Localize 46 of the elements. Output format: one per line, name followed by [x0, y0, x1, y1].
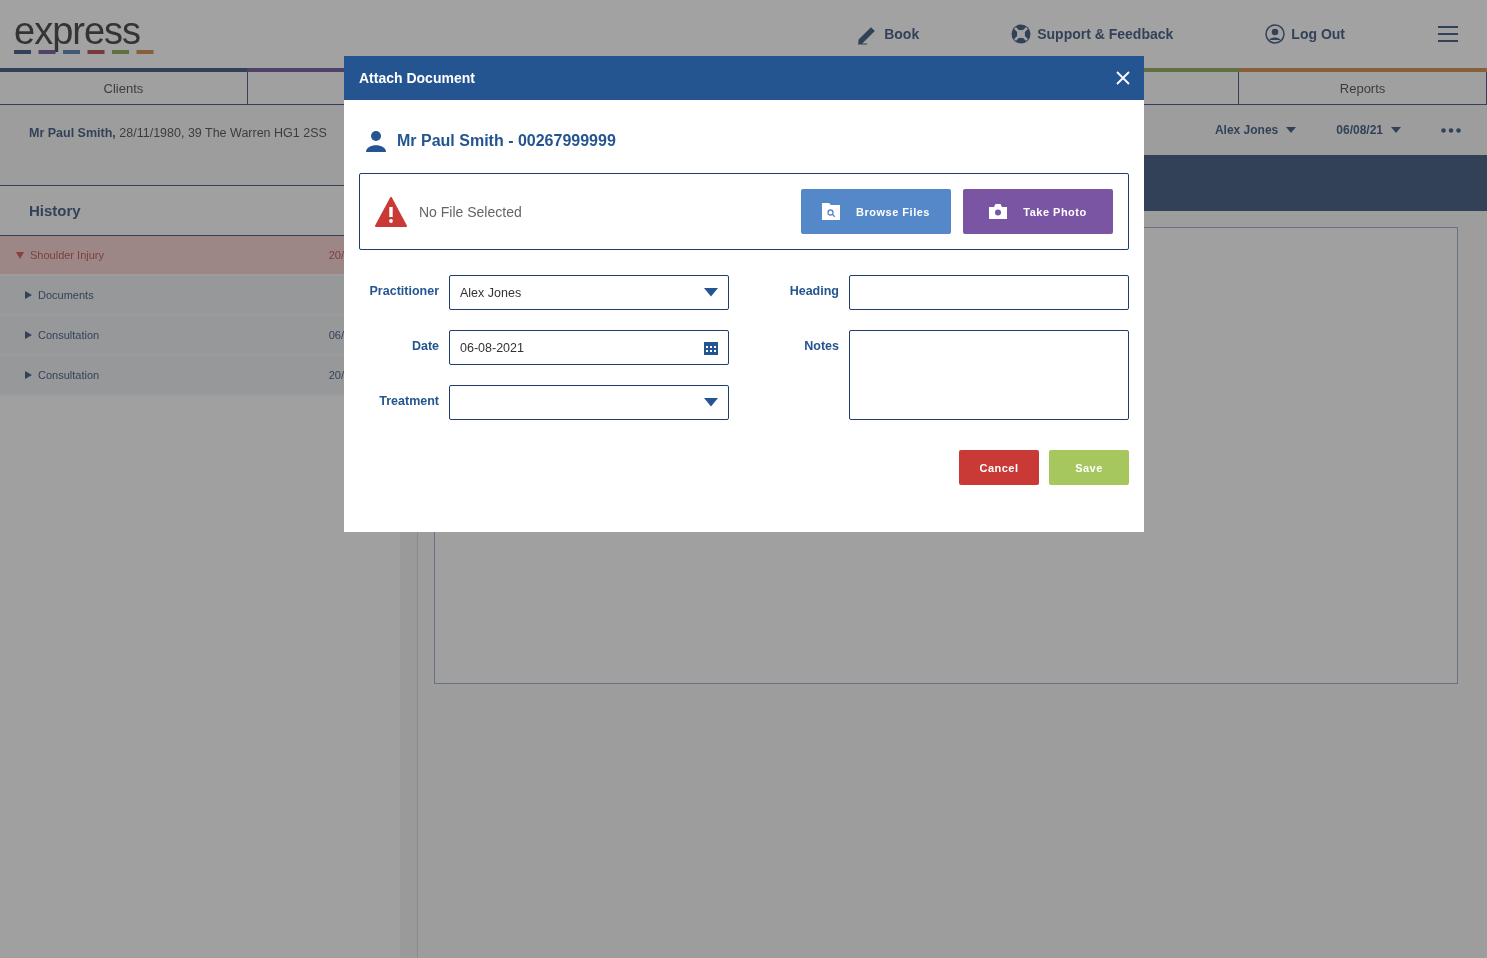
field-label: Date: [410, 338, 439, 353]
camera-icon: [989, 204, 1008, 219]
history-date: 20/: [328, 249, 344, 261]
user-icon: [1265, 24, 1286, 44]
history-date: 20/: [328, 369, 344, 381]
caret-icon: [704, 398, 718, 407]
select-field[interactable]: [449, 385, 729, 420]
calendar-icon: [704, 340, 718, 355]
history-label: Documents: [38, 289, 94, 301]
take-photo-button[interactable]: Take Photo: [963, 189, 1113, 234]
caret-icon: [1391, 127, 1401, 133]
nav-link[interactable]: Log Out: [1265, 24, 1345, 44]
field-label: Treatment: [378, 393, 439, 408]
history-label: Consultation: [38, 369, 100, 381]
field-label: Heading: [788, 283, 839, 298]
caret-icon: [704, 288, 718, 297]
date-dropdown[interactable]: 06/08/21: [1336, 123, 1401, 137]
history-label: Shoulder Injury: [30, 249, 104, 261]
close-button[interactable]: [1116, 71, 1130, 85]
text-field[interactable]: [849, 275, 1129, 310]
select-field[interactable]: Alex Jones: [449, 275, 729, 310]
nav-link[interactable]: Book: [856, 23, 920, 45]
warning-icon: [375, 196, 407, 227]
caret-icon: [1286, 127, 1297, 133]
person-icon: [365, 130, 387, 152]
menu-icon[interactable]: [1437, 25, 1459, 43]
history-date: 06/: [328, 329, 344, 341]
caret-down-icon: [16, 251, 24, 259]
dialog-title: Attach Document: [359, 70, 475, 86]
history-label: Consultation: [38, 329, 100, 341]
client-name: Mr Paul Smith - 00267999999: [397, 132, 616, 150]
lifebuoy-icon: [1011, 24, 1032, 44]
client-summary: Mr Paul Smith, 28/11/1980, 39 The Warren HG1 2SS: [29, 126, 327, 140]
cancel-button[interactable]: Cancel: [959, 450, 1039, 485]
browse-files-button[interactable]: Browse Files: [801, 189, 951, 234]
caret-right-icon: [24, 371, 32, 379]
notes-field[interactable]: [849, 330, 1129, 420]
caret-right-icon: [24, 291, 32, 299]
nav-link[interactable]: Support & Feedback: [1011, 24, 1174, 44]
file-status: No File Selected: [419, 203, 522, 220]
practitioner-dropdown[interactable]: Alex Jones: [1214, 123, 1297, 137]
field-label: Notes: [803, 338, 839, 353]
folder-search-icon: [822, 203, 841, 220]
date-field[interactable]: 06-08-2021: [449, 330, 729, 365]
more-icon[interactable]: [1441, 127, 1461, 133]
caret-right-icon: [24, 331, 32, 339]
